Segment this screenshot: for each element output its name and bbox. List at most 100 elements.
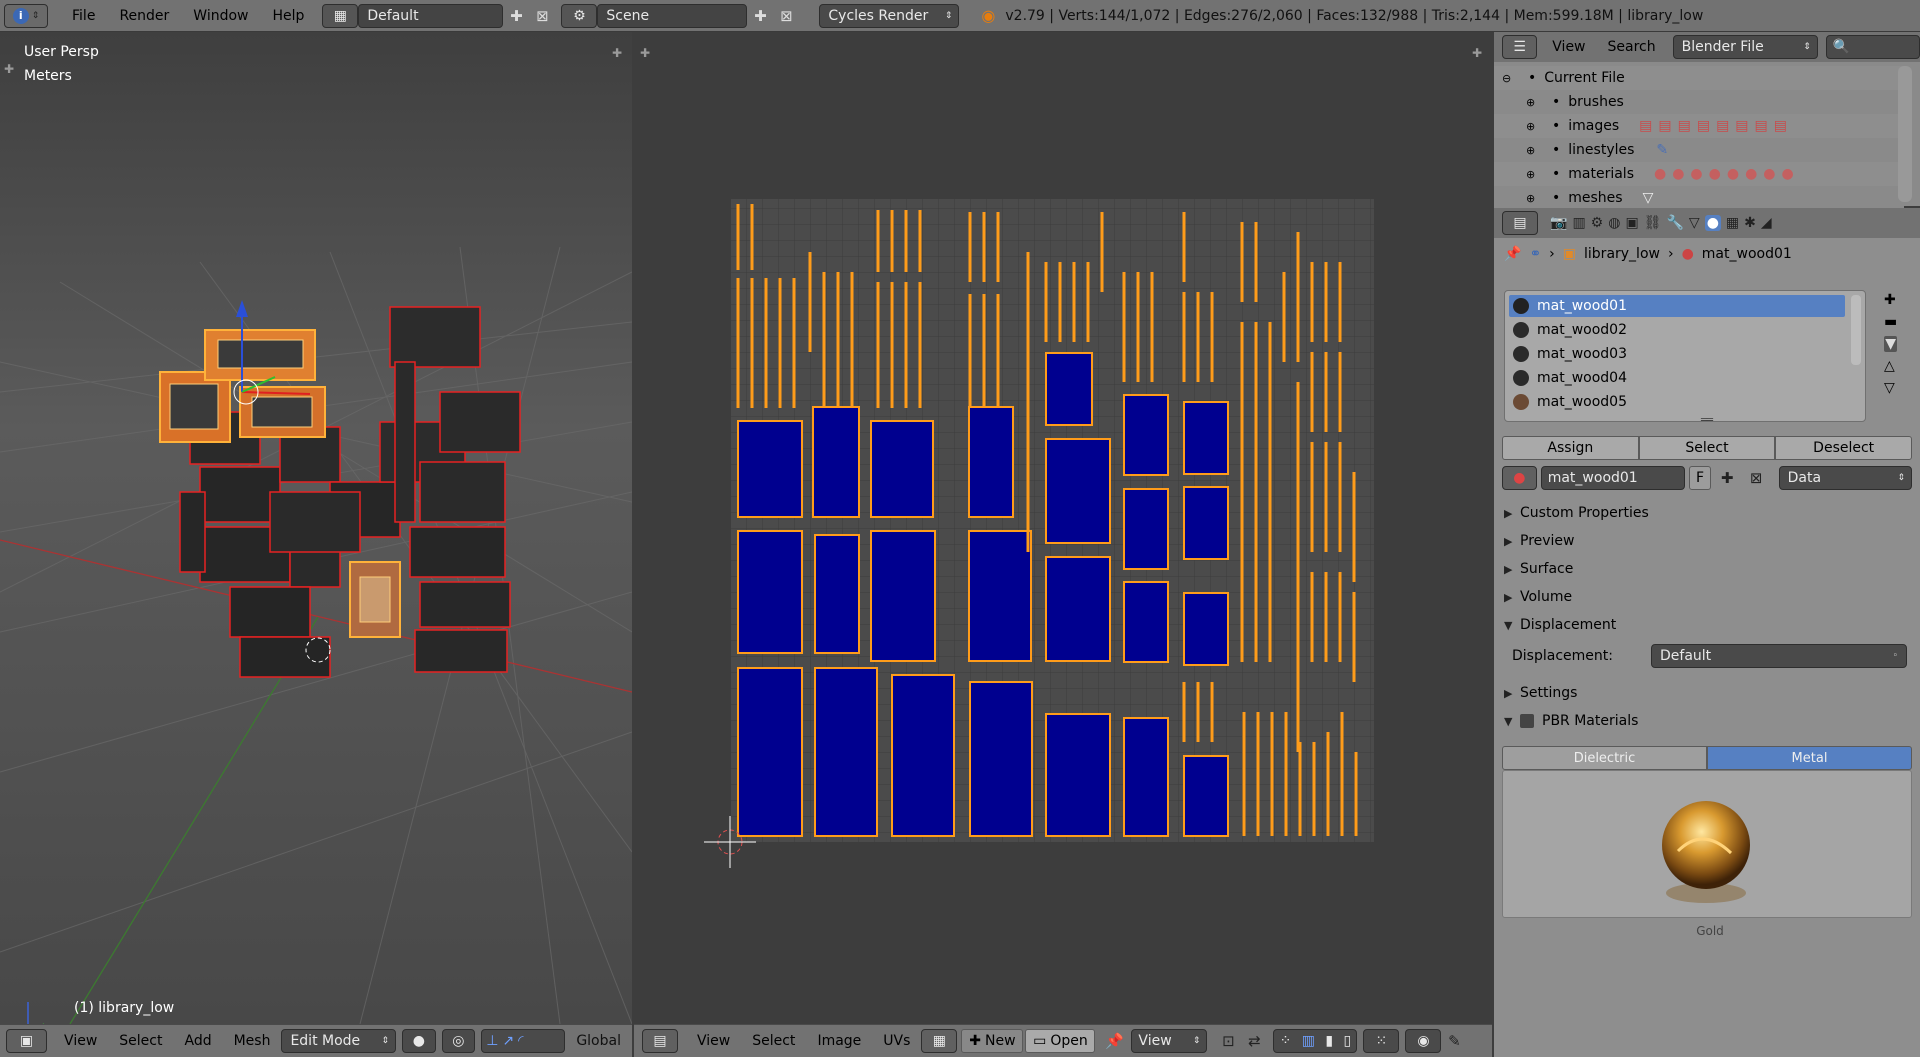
properties-editor[interactable]: ▤ 📷 ▥ ⚙ ◍ ▣ ⛓ 🔧 ▽ ● ▦ ✱ ◢ 📌 ⚭ › ▣ librar…: [1494, 208, 1920, 1057]
collapse-icon[interactable]: ⊖: [1502, 72, 1520, 85]
proportional-edit-icon[interactable]: ⁙: [1363, 1029, 1400, 1053]
modifiers-tab-icon[interactable]: 🔧: [1666, 215, 1683, 231]
deselect-button[interactable]: Deselect: [1775, 436, 1913, 460]
material-tab-icon[interactable]: ●: [1704, 215, 1721, 231]
rotate-manipulator-icon[interactable]: ↗: [502, 1033, 514, 1049]
pivot-icon[interactable]: ⊡: [1215, 1029, 1241, 1053]
select-button[interactable]: Select: [1638, 436, 1776, 460]
material-preview[interactable]: [1502, 770, 1912, 918]
layers-tab-icon[interactable]: ▥: [1572, 215, 1585, 231]
uv-sidebar-toggle-icon[interactable]: ✚: [1472, 46, 1482, 60]
scale-manipulator-icon[interactable]: ◜: [518, 1033, 523, 1049]
material-slot-selected[interactable]: mat_wood01: [1509, 295, 1845, 317]
face-select-icon[interactable]: ▮: [1325, 1033, 1333, 1049]
view-mode-select[interactable]: View ⇕: [1131, 1029, 1208, 1053]
screen-layout-icon[interactable]: ▦: [322, 3, 359, 28]
panel-custom-properties[interactable]: ▶ Custom Properties: [1504, 500, 1904, 526]
menu-file[interactable]: File: [60, 8, 107, 24]
sync-selection-icon[interactable]: ⇄: [1241, 1029, 1267, 1053]
3d-viewport[interactable]: User Persp Meters (1) library_low ✚ ✚: [0, 32, 632, 1024]
physics-tab-icon[interactable]: ◢: [1761, 215, 1772, 231]
menu-add[interactable]: Add: [173, 1033, 222, 1049]
transform-orientation-label[interactable]: Global: [565, 1033, 632, 1049]
panel-preview[interactable]: ▶ Preview: [1504, 528, 1904, 554]
scene-icon[interactable]: ⚙: [561, 3, 598, 28]
panel-pbr-materials[interactable]: ▼ PBR Materials: [1504, 708, 1904, 734]
outliner-menu-search[interactable]: Search: [1597, 39, 1667, 55]
displacement-select[interactable]: Default ◦: [1651, 644, 1907, 668]
material-name-field[interactable]: mat_wood01: [1540, 466, 1686, 490]
scene-tab-icon[interactable]: ⚙: [1591, 215, 1604, 231]
menu-view[interactable]: View: [53, 1033, 108, 1049]
tree-root[interactable]: ⊖ • Current File: [1494, 66, 1904, 90]
layout-name-field[interactable]: Default: [358, 3, 504, 28]
slot-list-scrollbar[interactable]: [1851, 295, 1861, 365]
browse-material-icon[interactable]: ●: [1502, 466, 1537, 490]
panel-displacement[interactable]: ▼ Displacement: [1504, 612, 1904, 638]
menu-help[interactable]: Help: [260, 8, 316, 24]
slot-specials-icon[interactable]: ▼: [1884, 336, 1898, 352]
panel-settings[interactable]: ▶ Settings: [1504, 680, 1904, 706]
data-tab-icon[interactable]: ▽: [1689, 215, 1700, 231]
new-material-icon[interactable]: ✚: [1715, 466, 1740, 490]
list-resize-handle[interactable]: ══: [1701, 415, 1713, 426]
panel-surface[interactable]: ▶ Surface: [1504, 556, 1904, 582]
outliner-search-input[interactable]: 🔍: [1825, 35, 1920, 59]
image-browse-icon[interactable]: ▦: [921, 1029, 958, 1053]
pin-icon[interactable]: 📌: [1101, 1029, 1127, 1053]
add-layout-icon[interactable]: ✚: [503, 4, 529, 28]
link-mode-select[interactable]: Data ⇕: [1778, 466, 1913, 490]
open-image-button[interactable]: ▭ Open: [1025, 1029, 1096, 1053]
editor-type-image-icon[interactable]: ▤: [642, 1029, 678, 1053]
outliner-editor-icon[interactable]: ☰: [1502, 35, 1538, 59]
remove-layout-icon[interactable]: ⊠: [529, 4, 555, 28]
tree-item-meshes[interactable]: ⊕ • meshes ▽: [1494, 186, 1904, 210]
new-image-button[interactable]: ✚ New: [961, 1029, 1024, 1053]
tree-item-brushes[interactable]: ⊕ • brushes: [1494, 90, 1904, 114]
island-select-icon[interactable]: ▯: [1343, 1033, 1351, 1049]
pin-icon[interactable]: 📌: [1504, 246, 1521, 262]
grease-pencil-icon[interactable]: ✎: [1441, 1029, 1467, 1053]
move-down-icon[interactable]: ▽: [1884, 380, 1897, 396]
translate-manipulator-icon[interactable]: ⊥: [486, 1033, 498, 1049]
uv-menu-view[interactable]: View: [686, 1033, 741, 1049]
material-slot[interactable]: mat_wood02: [1509, 319, 1845, 341]
snap-icon[interactable]: ◉: [1405, 1029, 1442, 1053]
expand-icon[interactable]: ⊕: [1526, 192, 1544, 205]
constraints-tab-icon[interactable]: ⛓: [1644, 215, 1662, 231]
edge-select-icon[interactable]: ▥: [1302, 1033, 1315, 1049]
editor-type-info-button[interactable]: i ⇕: [4, 3, 48, 28]
mode-select[interactable]: Edit Mode ⇕: [281, 1029, 396, 1053]
world-tab-icon[interactable]: ◍: [1608, 215, 1620, 231]
menu-mesh[interactable]: Mesh: [223, 1033, 282, 1049]
editor-type-3d-icon[interactable]: ▣: [6, 1029, 48, 1053]
render-engine-select[interactable]: Cycles Render ⇕: [819, 3, 960, 28]
tab-metal[interactable]: Metal: [1707, 746, 1912, 770]
add-scene-icon[interactable]: ✚: [747, 4, 773, 28]
remove-slot-icon[interactable]: ▬: [1884, 314, 1897, 330]
uv-menu-image[interactable]: Image: [806, 1033, 872, 1049]
tree-item-materials[interactable]: ⊕ • materials ●●●●●●●●: [1494, 162, 1904, 186]
material-slot[interactable]: mat_wood03: [1509, 343, 1845, 365]
scene-name-field[interactable]: Scene: [597, 3, 748, 28]
outliner-scrollbar[interactable]: [1898, 66, 1912, 202]
menu-render[interactable]: Render: [107, 8, 181, 24]
texture-tab-icon[interactable]: ▦: [1726, 215, 1739, 231]
render-tab-icon[interactable]: 📷: [1550, 215, 1567, 231]
manipulator-toggles[interactable]: ⊥ ↗ ◜: [481, 1029, 566, 1053]
menu-select[interactable]: Select: [108, 1033, 173, 1049]
move-up-icon[interactable]: △: [1884, 358, 1897, 374]
vertex-select-icon[interactable]: ⁘: [1280, 1033, 1292, 1049]
uv-menu-select[interactable]: Select: [741, 1033, 806, 1049]
uv-toolshelf-toggle-icon[interactable]: ✚: [640, 46, 650, 60]
expand-icon[interactable]: ⊕: [1526, 144, 1544, 157]
outliner[interactable]: ☰ View Search Blender File ⇕ 🔍 ⊖ • Current …: [1494, 32, 1920, 210]
tree-item-linestyles[interactable]: ⊕ • linestyles ✎: [1494, 138, 1904, 162]
tree-item-images[interactable]: ⊕ • images ▤▤▤▤▤▤▤▤: [1494, 114, 1904, 138]
select-mode-buttons[interactable]: ⁘ ▥ ▮ ▯: [1273, 1029, 1358, 1053]
expand-icon[interactable]: ⊕: [1526, 120, 1544, 133]
particles-tab-icon[interactable]: ✱: [1744, 215, 1756, 231]
display-mode-select[interactable]: Blender File ⇕: [1672, 35, 1818, 59]
toolshelf-toggle-icon[interactable]: ✚: [612, 46, 622, 60]
remove-scene-icon[interactable]: ⊠: [773, 4, 799, 28]
